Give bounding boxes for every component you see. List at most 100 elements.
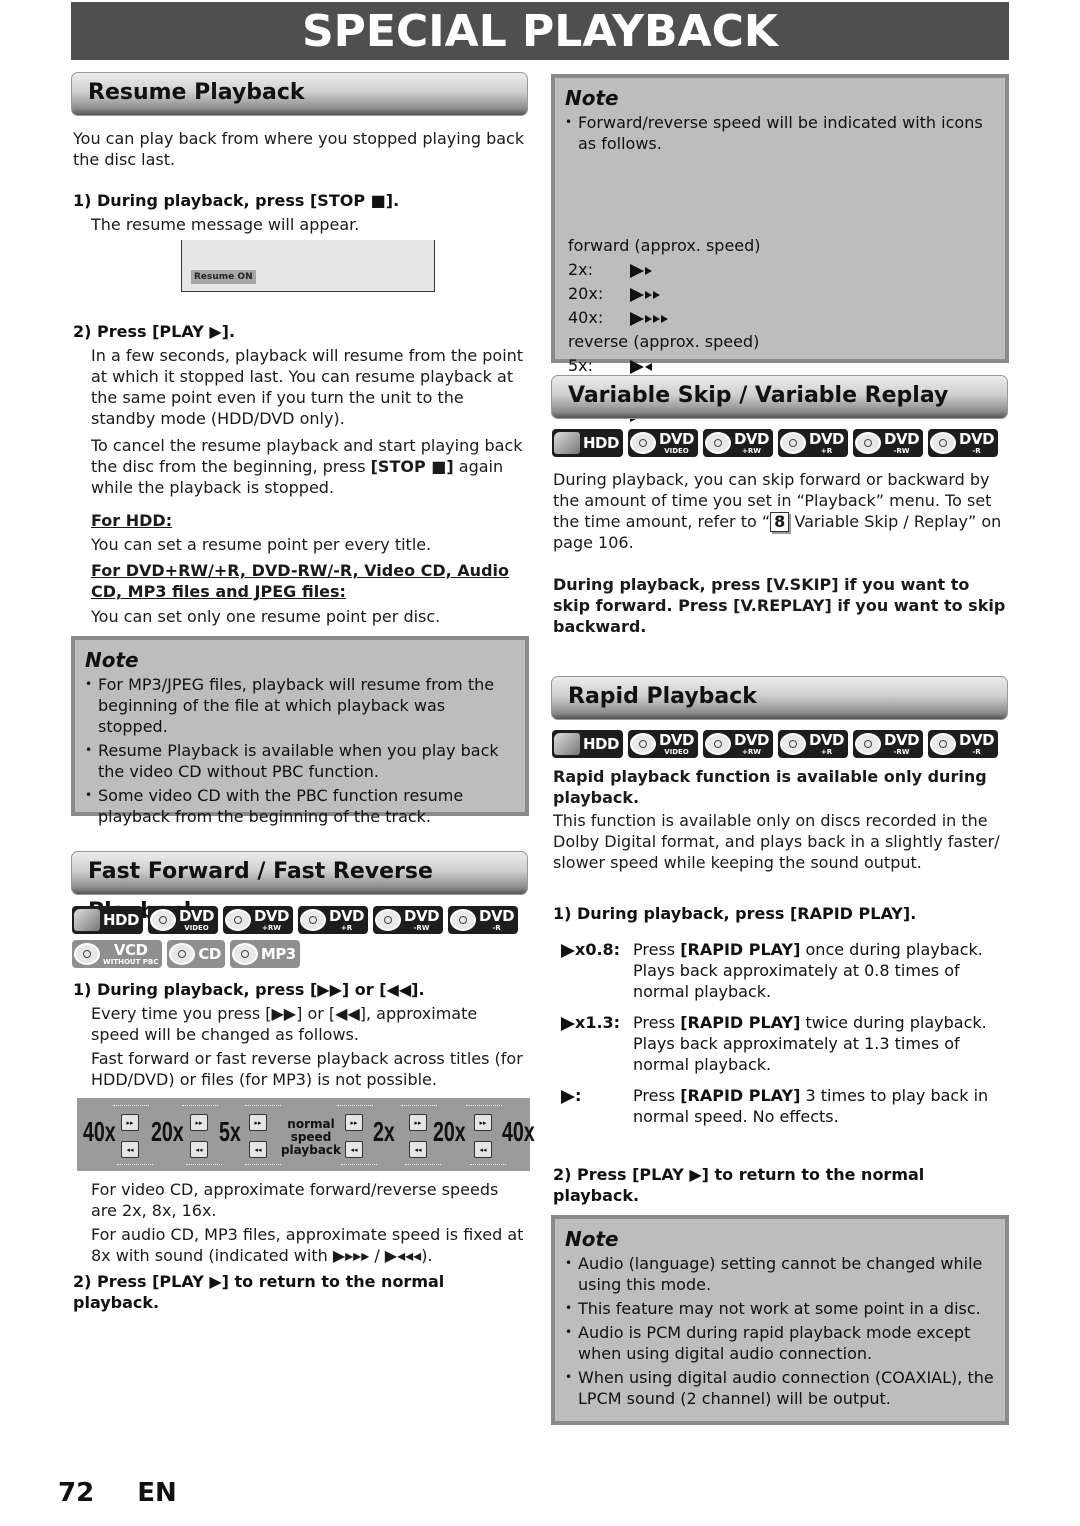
vs-media-icons: HDD DVD VIDEO DVD +RW DVD +R DVD -RW DVD -R — [552, 429, 999, 457]
note-item: Audio (language) setting cannot be chang… — [565, 1253, 995, 1295]
dvd-r-media-icon: DVD -R — [928, 429, 999, 457]
speed-label: 5x — [219, 1116, 241, 1147]
resume-step-2-desc: In a few seconds, playback will resume f… — [91, 346, 524, 428]
rapid-mode-key: : — [561, 1085, 581, 1106]
media-label: MP3 — [260, 944, 296, 963]
rapid-playback-heading: Rapid Playback — [551, 676, 1008, 720]
media-type: DVD — [253, 906, 290, 925]
resume-playback-heading: Resume Playback — [71, 72, 528, 116]
speed-label: 20x — [433, 1116, 466, 1147]
hdd-drive-icon — [74, 909, 100, 931]
media-subtype: -RW — [893, 446, 910, 455]
forward-speed-icon — [630, 306, 668, 330]
disc-icon — [704, 733, 731, 755]
disc-icon — [224, 909, 251, 931]
play-icon — [561, 943, 575, 958]
forward-speed-row: 2x: — [568, 258, 761, 282]
dvd-r-media-icon: DVD +R — [778, 730, 849, 758]
ff-media-icons: HDD DVD VIDEO DVD +RW DVD +R DVD -RW DVD -R VCD WITH… — [72, 906, 530, 968]
mp3-media-icon: MP3 — [229, 940, 300, 968]
media-subtype: +RW — [742, 747, 761, 756]
rapid-step-2: 2) Press [PLAY ▶] to return to the norma… — [553, 1165, 925, 1205]
page-title: SPECIAL PLAYBACK — [71, 2, 1009, 60]
resume-step-1: 1) During playback, press [STOP ■]. — [73, 191, 400, 210]
note-title: Note — [565, 1227, 619, 1251]
media-subtype: -R — [972, 446, 981, 455]
rapid-play-key: [RAPID PLAY] — [680, 1086, 801, 1105]
media-label: DVD -R — [959, 732, 995, 756]
media-subtype: +R — [820, 747, 833, 756]
disc-icon — [930, 432, 957, 454]
media-subtype: WITHOUT PBC — [103, 957, 159, 966]
fast-forward-button-icon: ▸▸ — [190, 1114, 208, 1131]
speed-label: 20x — [151, 1116, 184, 1147]
dvd-rw-media-icon: DVD +RW — [702, 429, 773, 457]
variable-skip-instruction: During playback, press [V.SKIP] if you w… — [553, 575, 1006, 636]
resume-step-1-desc: The resume message will appear. — [91, 215, 360, 234]
media-label: DVD +RW — [734, 732, 770, 756]
media-subtype: -R — [972, 747, 981, 756]
ff-step-1: 1) During playback, press [▶▶] or [◀◀]. — [73, 980, 425, 999]
hdd-drive-icon — [554, 733, 580, 755]
media-label: HDD — [583, 736, 619, 752]
dvd-rw-media-icon: DVD -RW — [853, 730, 924, 758]
rapid-mode-key: x0.8: — [561, 939, 620, 960]
disc-icon — [855, 432, 882, 454]
media-subtype: +R — [340, 923, 353, 932]
disc-icon — [450, 909, 477, 931]
note-title: Note — [85, 648, 139, 672]
media-label: DVD +R — [809, 732, 845, 756]
cd-media-icon: CD — [167, 940, 225, 968]
resume-cancel-desc: To cancel the resume playback and start … — [91, 435, 528, 498]
media-type: MP3 — [260, 944, 296, 963]
rapid-intro: This function is available only on discs… — [553, 811, 1000, 872]
dvd-video-media-icon: DVD VIDEO — [627, 429, 698, 457]
rapid-desc-pre: Press — [633, 940, 681, 959]
media-label: DVD VIDEO — [179, 908, 215, 932]
forward-speed-label: forward (approx. speed) — [568, 236, 761, 255]
media-type: DVD — [733, 429, 770, 448]
fast-reverse-button-icon: ◂◂ — [345, 1141, 363, 1158]
media-type: DVD — [809, 429, 845, 448]
fast-reverse-button-icon: ◂◂ — [190, 1141, 208, 1158]
media-label: VCD WITHOUT PBC — [103, 940, 159, 966]
disc-icon — [704, 432, 731, 454]
media-label: DVD VIDEO — [659, 732, 695, 756]
disc-icon — [169, 943, 196, 965]
media-type: VCD — [113, 940, 148, 959]
ff-step-1-desc: Every time you press [▶▶] or [◀◀], appro… — [91, 1004, 478, 1044]
dvd-r-media-icon: DVD -R — [928, 730, 999, 758]
disc-icon — [629, 432, 656, 454]
media-label: DVD +RW — [733, 429, 770, 455]
media-label: HDD — [583, 435, 619, 451]
rp-media-icons: HDD DVD VIDEO DVD +RW DVD +R DVD -RW DVD -R — [552, 730, 999, 758]
media-type: DVD — [479, 906, 515, 925]
resume-intro: You can play back from where you stopped… — [73, 129, 525, 169]
hdd-media-icon: HDD — [552, 730, 623, 758]
resume-on-label: Resume ON — [191, 270, 256, 284]
media-type: DVD — [658, 429, 695, 448]
media-type: CD — [198, 944, 221, 963]
for-hdd-text: You can set a resume point per every tit… — [91, 535, 432, 554]
rapid-play-key: [RAPID PLAY] — [680, 1013, 801, 1032]
rapid-mode-key: x1.3: — [561, 1012, 620, 1033]
rapid-note-box: Note Audio (language) setting cannot be … — [551, 1215, 1009, 1425]
note-list: For MP3/JPEG files, playback will resume… — [85, 674, 515, 827]
rapid-desc-pre: Press — [633, 1086, 681, 1105]
speed-label: 40x — [83, 1116, 116, 1147]
note-title: Note — [565, 86, 619, 110]
media-type: DVD — [404, 906, 440, 925]
forward-arrow-line — [401, 1105, 437, 1106]
forward-speed-row: 20x: — [568, 282, 761, 306]
dvd-rw-media-icon: DVD +RW — [222, 906, 293, 934]
disc-icon — [300, 909, 326, 931]
media-type: DVD — [329, 906, 365, 925]
dvd-rw-media-icon: DVD -RW — [373, 906, 444, 934]
forward-speed-row: 40x: — [568, 306, 761, 330]
resume-osd-screen: Resume ON — [181, 240, 435, 292]
play-icon — [561, 1089, 575, 1104]
media-subtype: +RW — [742, 446, 761, 455]
fast-reverse-button-icon: ◂◂ — [409, 1141, 427, 1158]
rapid-key-text: x0.8: — [575, 940, 621, 959]
play-icon — [561, 1016, 575, 1031]
